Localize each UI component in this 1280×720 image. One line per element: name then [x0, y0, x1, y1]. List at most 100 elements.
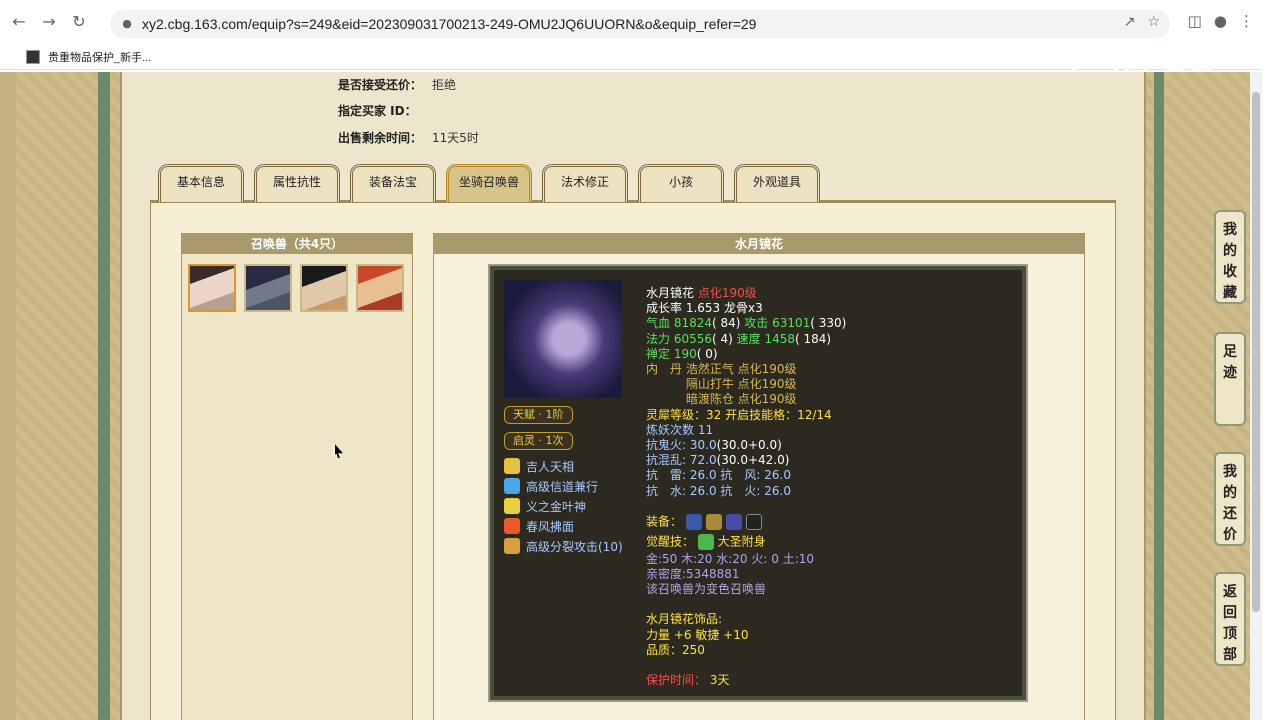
- resist-ghost-value: 抗鬼火: 30.0: [646, 438, 717, 453]
- content-area: 是否接受还价： 拒绝 指定买家 ID： 出售剩余时间： 11天5时 基本信息 属…: [120, 72, 1146, 720]
- tab-spell-correction[interactable]: 法术修正: [542, 164, 628, 202]
- awaken-value: 大圣附身: [717, 534, 766, 549]
- protect-line: 保护时间： 3天: [646, 673, 1016, 688]
- reload-icon[interactable]: ↻: [68, 11, 90, 33]
- tab-attributes[interactable]: 属性抗性: [254, 164, 340, 202]
- attack-value: 攻击 63101: [740, 316, 811, 331]
- skill-item[interactable]: 春风拂面: [504, 516, 623, 536]
- tab-child[interactable]: 小孩: [638, 164, 724, 202]
- side-button-char: 的: [1223, 485, 1237, 501]
- sidebar-icon[interactable]: ◫: [1188, 12, 1202, 30]
- adjacent-window-strip: [1262, 0, 1280, 720]
- my-counter-offers-button[interactable]: 我的还价: [1214, 452, 1246, 546]
- back-icon[interactable]: ←: [8, 11, 30, 33]
- spirit-badge: 启灵 · 1次: [504, 432, 573, 450]
- decorative-border-left: [16, 72, 120, 720]
- side-button-char: 回: [1223, 605, 1237, 621]
- side-button-char: 收: [1223, 264, 1237, 280]
- lucky-icon: [504, 458, 520, 474]
- tab-panel: 召唤兽（共4只） 水月镜花 天赋 · 1阶 启灵 · 1次 吉人天相 高级信道兼…: [150, 202, 1116, 720]
- equip-slot-icon[interactable]: [705, 513, 722, 530]
- star-icon[interactable]: ☆: [1147, 14, 1160, 30]
- pet-name-line: 水月镜花 点化190级: [646, 286, 1016, 301]
- awaken-line: 觉醒技： 大圣附身: [646, 533, 1016, 552]
- history-button[interactable]: 足迹: [1214, 332, 1246, 426]
- skill-name: 高级分裂攻击(10): [526, 539, 623, 554]
- skill-name: 高级信道兼行: [526, 479, 599, 494]
- skill-item[interactable]: 吉人天相: [504, 456, 623, 476]
- pets-grid: [182, 254, 412, 322]
- split-icon: [504, 538, 520, 554]
- hp-value: 气血 81824: [646, 316, 712, 331]
- resist-chaos-line: 抗混乱: 72.0(30.0+42.0): [646, 453, 1016, 468]
- refine-line: 炼妖次数 11: [646, 422, 714, 437]
- intimacy-line: 亲密度:5348881: [646, 567, 740, 582]
- page: 是否接受还价： 拒绝 指定买家 ID： 出售剩余时间： 11天5时 基本信息 属…: [0, 72, 1262, 720]
- menu-icon[interactable]: ⋮: [1239, 12, 1254, 30]
- resist-water-fire-line: 抗 水: 26.0 抗 火: 26.0: [646, 483, 791, 498]
- equip-slot-icon[interactable]: [725, 513, 742, 530]
- equip-slot-icon[interactable]: [745, 513, 762, 530]
- pet-name: 水月镜花: [646, 286, 695, 300]
- speed-value: 速度 1458: [732, 331, 795, 346]
- forward-icon[interactable]: →: [38, 11, 60, 33]
- scrollbar-thumb[interactable]: [1252, 92, 1260, 612]
- lock-icon: ●: [122, 17, 132, 30]
- buyer-id-label: 指定买家 ID：: [338, 104, 417, 118]
- buyer-id-row: 指定买家 ID：: [338, 102, 427, 119]
- hp-attack-line: 气血 81824( 84) 攻击 63101( 330): [646, 316, 1016, 331]
- tab-mounts-pets[interactable]: 坐骑召唤兽: [446, 164, 532, 202]
- pet-thumbnail[interactable]: [244, 264, 292, 312]
- gold-leaf-icon: [504, 498, 520, 514]
- bookmark-item[interactable]: 贵重物品保护_新手...: [48, 49, 151, 65]
- remaining-time-value: 11天5时: [432, 131, 479, 145]
- pet-thumbnail[interactable]: [300, 264, 348, 312]
- side-button-char: 价: [1223, 527, 1237, 543]
- skill-name: 义之金叶神: [526, 499, 587, 514]
- fire-icon: [504, 518, 520, 534]
- address-bar[interactable]: ● xy2.cbg.163.com/equip?s=249&eid=202309…: [110, 10, 1170, 38]
- back-to-top-button[interactable]: 返回顶部: [1214, 572, 1246, 666]
- accept-counter-label: 是否接受还价：: [338, 78, 423, 92]
- pet-thumbnail[interactable]: [356, 264, 404, 312]
- pet-level-tag: 点化190级: [697, 286, 757, 300]
- scrollbar[interactable]: [1250, 72, 1262, 720]
- equip-icons: [685, 513, 762, 530]
- side-button-char: 足: [1223, 344, 1237, 360]
- attack-bonus: ( 330): [810, 316, 847, 331]
- skill-item[interactable]: 高级分裂攻击(10): [504, 536, 623, 556]
- zen-bonus: ( 0): [696, 346, 718, 361]
- zen-line: 禅定 190( 0): [646, 347, 1016, 362]
- url-text[interactable]: xy2.cbg.163.com/equip?s=249&eid=20230903…: [142, 16, 756, 32]
- tab-equipment[interactable]: 装备法宝: [350, 164, 436, 202]
- hp-bonus: ( 84): [712, 316, 741, 331]
- inner-core-line: 内 丹 浩然正气 点化190级: [646, 362, 797, 377]
- my-favorites-button[interactable]: 我的收藏: [1214, 210, 1246, 304]
- ornament-stats: 力量 +6 敏捷 +10: [646, 627, 749, 642]
- equip-label: 装备：: [646, 514, 683, 529]
- variant-line: 该召唤兽为变色召唤兽: [646, 582, 767, 597]
- profile-icon[interactable]: ●: [1214, 12, 1227, 30]
- side-button-char: 部: [1223, 647, 1237, 663]
- inner-core-line: 暗渡陈仓 点化190级: [646, 392, 797, 407]
- browser-actions: ◫ ● ⋮: [1188, 12, 1254, 30]
- inner-core-line: 隔山打牛 点化190级: [646, 377, 797, 392]
- pet-detail-panel: 水月镜花 天赋 · 1阶 启灵 · 1次 吉人天相 高级信道兼行 义之金叶神 春…: [433, 233, 1085, 720]
- pet-thumbnail[interactable]: [188, 264, 236, 312]
- mp-speed-line: 法力 60556( 4) 速度 1458( 184): [646, 332, 1016, 347]
- mp-value: 法力 60556: [646, 331, 712, 346]
- pet-detail-title: 水月镜花: [434, 234, 1084, 254]
- pet-portrait: [504, 280, 622, 398]
- skill-item[interactable]: 义之金叶神: [504, 496, 623, 516]
- tab-basic-info[interactable]: 基本信息: [158, 164, 244, 202]
- remaining-time-row: 出售剩余时间： 11天5时: [338, 129, 479, 146]
- accept-counter-row: 是否接受还价： 拒绝: [338, 76, 456, 93]
- share-icon[interactable]: ↗: [1124, 14, 1136, 30]
- tab-appearance[interactable]: 外观道具: [734, 164, 820, 202]
- equip-slot-icon[interactable]: [685, 513, 702, 530]
- resist-ghost-line: 抗鬼火: 30.0(30.0+0.0): [646, 438, 1016, 453]
- zen-value: 禅定 190: [646, 346, 697, 361]
- skill-item[interactable]: 高级信道兼行: [504, 476, 623, 496]
- speed-bonus: ( 184): [794, 331, 832, 346]
- protect-value: 3天: [709, 673, 730, 688]
